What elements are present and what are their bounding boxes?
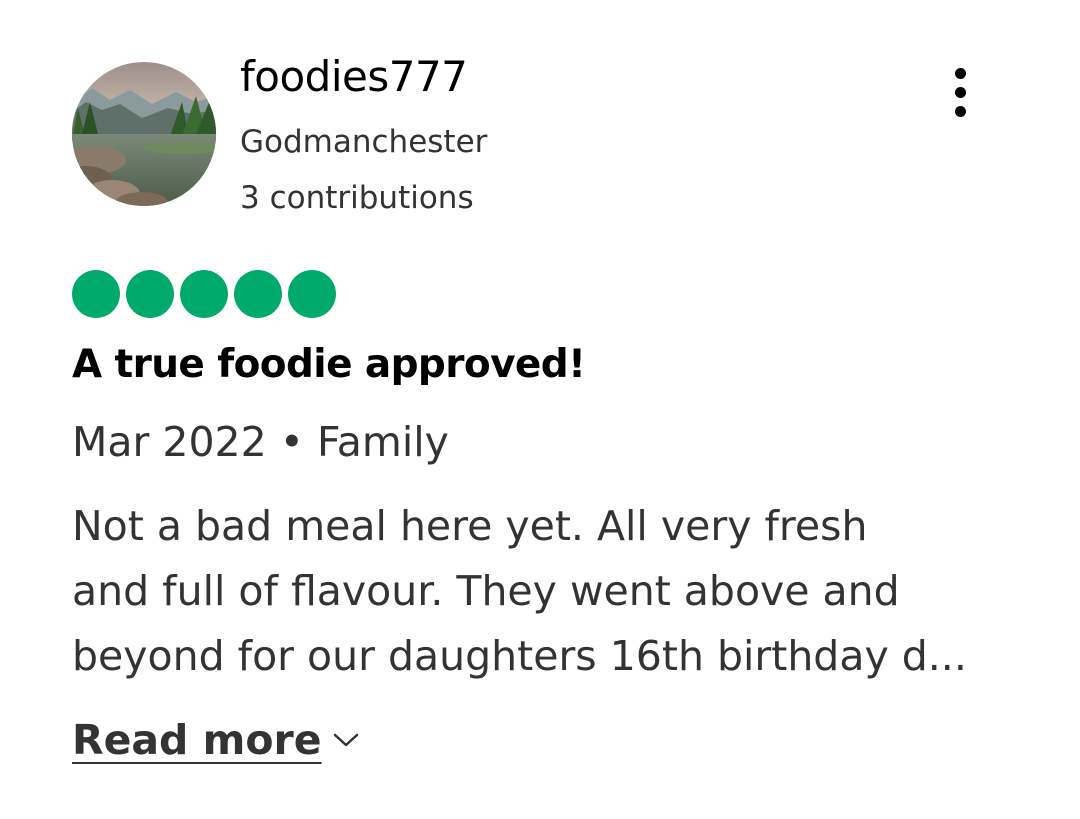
landscape-avatar-icon (72, 62, 216, 206)
avatar[interactable] (72, 62, 216, 206)
rating-bubble-filled (180, 270, 228, 318)
chevron-down-icon (333, 733, 358, 747)
review-text-line: Not a bad meal here yet. All very fresh (72, 502, 868, 550)
reviewer-location: Godmanchester (240, 124, 488, 160)
rating-bubbles (72, 270, 336, 318)
read-more-button[interactable]: Read more (72, 716, 360, 764)
review-text-line: beyond for our daughters 16th birthday d… (72, 632, 967, 680)
more-vertical-icon (954, 67, 966, 79)
review-title: A true foodie approved! (72, 342, 586, 387)
rating-bubble-filled (234, 270, 282, 318)
review-text: Not a bad meal here yet. All very fresh … (72, 494, 1012, 689)
reviewer-contributions: 3 contributions (240, 180, 474, 216)
review-text-line: and full of flavour. They went above and (72, 567, 900, 615)
rating-bubble-filled (288, 270, 336, 318)
reviewer-username[interactable]: foodies777 (240, 52, 468, 101)
more-options-button[interactable] (936, 64, 984, 120)
read-more-label: Read more (72, 716, 322, 764)
rating-bubble-filled (72, 270, 120, 318)
more-vertical-icon-dot (954, 86, 966, 98)
rating-bubble-filled (126, 270, 174, 318)
more-vertical-icon-dot (954, 105, 966, 117)
review-meta: Mar 2022 • Family (72, 418, 449, 466)
